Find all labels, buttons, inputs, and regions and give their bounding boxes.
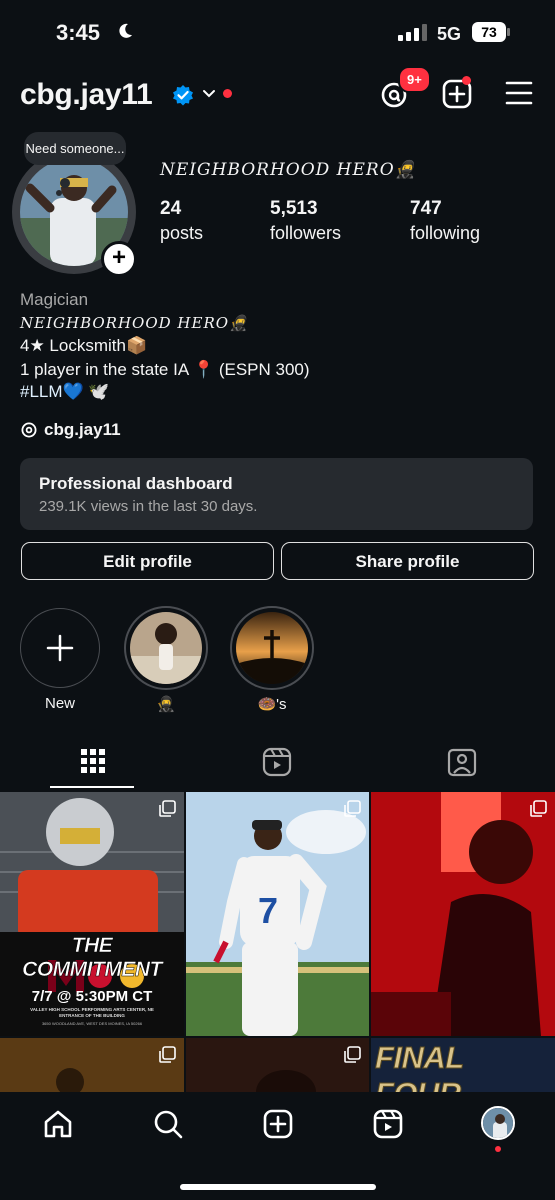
profile-note[interactable]: Need someone... [24, 132, 126, 165]
active-tab-indicator [50, 786, 134, 788]
create-tab-icon[interactable] [262, 1108, 294, 1145]
post-jersey-number: 7 [258, 890, 279, 931]
profile-notification-dot [495, 1146, 501, 1152]
bio-line: NEIGHBORHOOD HERO🥷 [20, 314, 249, 332]
bio-line: 4★ Locksmith📦 [20, 336, 148, 355]
post-commitment-address: 3650 WOODLAND AVE, WEST DES MOINES, IA 5… [41, 1021, 143, 1026]
home-tab-icon[interactable] [42, 1108, 74, 1145]
stat-value: 747 [410, 198, 442, 219]
notifications-badge[interactable]: 9+ [398, 66, 431, 93]
network-label: 5G [437, 24, 462, 44]
account-notification-dot [223, 89, 232, 98]
status-time: 3:45 [56, 20, 101, 45]
post-row2-2[interactable] [186, 1038, 369, 1092]
tagged-tab-icon[interactable] [447, 747, 477, 782]
threads-profile-link[interactable]: cbg.jay11 [20, 420, 121, 440]
bio-hashtag[interactable]: #LLM💙 🕊️ [20, 382, 110, 402]
highlight-label: 🥷 [156, 696, 176, 713]
search-tab-icon[interactable] [152, 1108, 184, 1145]
post-commitment[interactable]: THE COMMITMENT 7/7 @ 5:30PM CT VALLEY HI… [0, 792, 184, 1036]
create-notification-dot [462, 76, 471, 85]
stat-value: 24 [160, 198, 182, 219]
share-profile-button[interactable]: Share profile [281, 542, 534, 580]
highlight-image [130, 612, 202, 684]
highlight-image [236, 612, 308, 684]
home-indicator [180, 1184, 376, 1190]
professional-dashboard[interactable]: Professional dashboard 239.1K views in t… [20, 458, 533, 530]
post-final-four[interactable]: FINAL FOUR [371, 1038, 555, 1092]
profile-category: Magician [20, 290, 89, 309]
stat-value: 5,513 [270, 198, 318, 219]
multi-photo-icon [344, 800, 361, 817]
dashboard-title: Professional dashboard [39, 474, 233, 493]
battery-tip [507, 28, 510, 36]
post-image [0, 1038, 184, 1092]
post-row2-1[interactable] [0, 1038, 184, 1092]
multi-photo-icon [530, 800, 547, 817]
verified-badge-icon [172, 84, 194, 111]
threads-handle: cbg.jay11 [44, 420, 121, 439]
chevron-down-icon[interactable] [201, 86, 217, 107]
edit-profile-button[interactable]: Edit profile [21, 542, 274, 580]
username-switcher[interactable]: cbg.jay11 [20, 78, 153, 112]
stat-posts[interactable]: 24 posts [160, 198, 203, 244]
plus-icon [46, 634, 74, 662]
stat-following[interactable]: 747 following [410, 198, 480, 244]
reels-nav-icon[interactable] [372, 1108, 404, 1145]
post-red-portrait[interactable] [371, 792, 555, 1036]
note-tail [60, 178, 70, 188]
highlight-donuts[interactable] [236, 612, 308, 684]
moon-icon [116, 22, 134, 45]
new-highlight-button[interactable] [20, 608, 100, 688]
battery-icon: 73 [472, 22, 506, 42]
reels-tab-icon[interactable] [262, 747, 292, 782]
stat-label: following [410, 223, 481, 243]
display-name: NEIGHBORHOOD HERO🥷 [160, 160, 417, 180]
post-commitment-date: 7/7 @ 5:30PM CT [31, 988, 153, 1005]
signal-icon [398, 24, 427, 41]
note-tail-small [56, 190, 62, 196]
post-image [186, 1038, 369, 1092]
dashboard-subtitle: 239.1K views in the last 30 days. [39, 498, 258, 515]
multi-photo-icon [159, 800, 176, 817]
post-jersey[interactable]: 7 [186, 792, 369, 1036]
post-final-four-title: FINAL FOUR [375, 1040, 465, 1093]
multi-photo-icon [159, 1046, 176, 1063]
post-image [371, 792, 555, 1036]
highlight-ninja[interactable] [130, 612, 202, 684]
highlight-label: 🍩's [257, 696, 287, 713]
stat-label: followers [270, 223, 342, 243]
add-story-button[interactable]: + [101, 241, 137, 277]
bio-line: 1 player in the state IA 📍 (ESPN 300) [20, 360, 310, 379]
multi-photo-icon [344, 1046, 361, 1063]
menu-icon[interactable] [505, 80, 533, 111]
profile-tab-avatar[interactable] [481, 1106, 515, 1140]
grid-tab-icon[interactable] [80, 748, 106, 779]
threads-small-icon [21, 422, 37, 438]
stat-followers[interactable]: 5,513 followers [270, 198, 341, 244]
post-commitment-title: THE COMMITMENT [22, 934, 163, 982]
stat-label: posts [160, 223, 204, 243]
highlight-label: New [44, 695, 75, 712]
post-commitment-venue: VALLEY HIGH SCHOOL PERFORMING ARTS CENTE… [30, 1007, 154, 1018]
